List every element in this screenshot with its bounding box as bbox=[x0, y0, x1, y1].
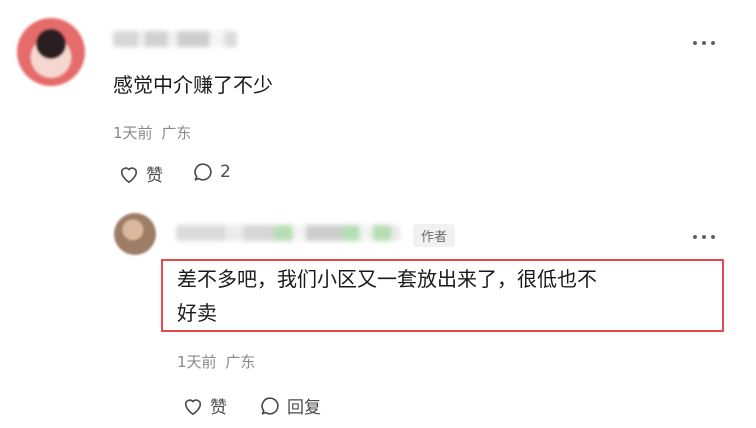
more-dot bbox=[711, 235, 715, 239]
like-button[interactable]: 赞 bbox=[118, 161, 163, 186]
more-dots-icon bbox=[693, 235, 697, 239]
reply-username-blurred[interactable] bbox=[176, 225, 400, 241]
more-dot bbox=[702, 41, 706, 45]
comment-meta: 1天前 广东 bbox=[113, 122, 191, 143]
comment-time: 1天前 bbox=[113, 124, 153, 142]
comment-text: 感觉中介赚了不少 bbox=[113, 73, 273, 97]
reply-like-button[interactable]: 赞 bbox=[182, 393, 227, 418]
reply-like-label: 赞 bbox=[210, 398, 227, 418]
reply-label: 回复 bbox=[287, 398, 321, 418]
reply-meta: 1天前 广东 bbox=[177, 351, 255, 372]
more-dot bbox=[711, 41, 715, 45]
reply-text-line2: 好卖 bbox=[177, 301, 217, 325]
reply-text: 差不多吧，我们小区又一套放出来了，很低也不 好卖 bbox=[177, 262, 597, 330]
heart-icon bbox=[184, 398, 202, 415]
reply-location: 广东 bbox=[225, 353, 256, 371]
reply-more-options-button[interactable] bbox=[693, 235, 715, 239]
reply-avatar[interactable] bbox=[114, 213, 156, 255]
reply-count: 2 bbox=[220, 162, 231, 182]
comment-location: 广东 bbox=[161, 124, 192, 142]
reply-count-button[interactable]: 2 bbox=[192, 161, 231, 183]
reply-text-line1: 差不多吧，我们小区又一套放出来了，很低也不 bbox=[177, 267, 597, 291]
heart-icon bbox=[120, 166, 138, 183]
comment-bubble-icon bbox=[261, 396, 279, 415]
author-badge: 作者 bbox=[413, 224, 456, 247]
reply-button[interactable]: 回复 bbox=[259, 393, 321, 418]
like-label: 赞 bbox=[146, 166, 163, 186]
avatar[interactable] bbox=[17, 18, 85, 86]
more-options-button[interactable] bbox=[693, 41, 715, 45]
reply-time: 1天前 bbox=[177, 353, 217, 371]
username-blurred[interactable] bbox=[113, 31, 237, 47]
more-dots-icon bbox=[693, 41, 697, 45]
more-dot bbox=[702, 235, 706, 239]
comment-bubble-icon bbox=[194, 163, 212, 181]
